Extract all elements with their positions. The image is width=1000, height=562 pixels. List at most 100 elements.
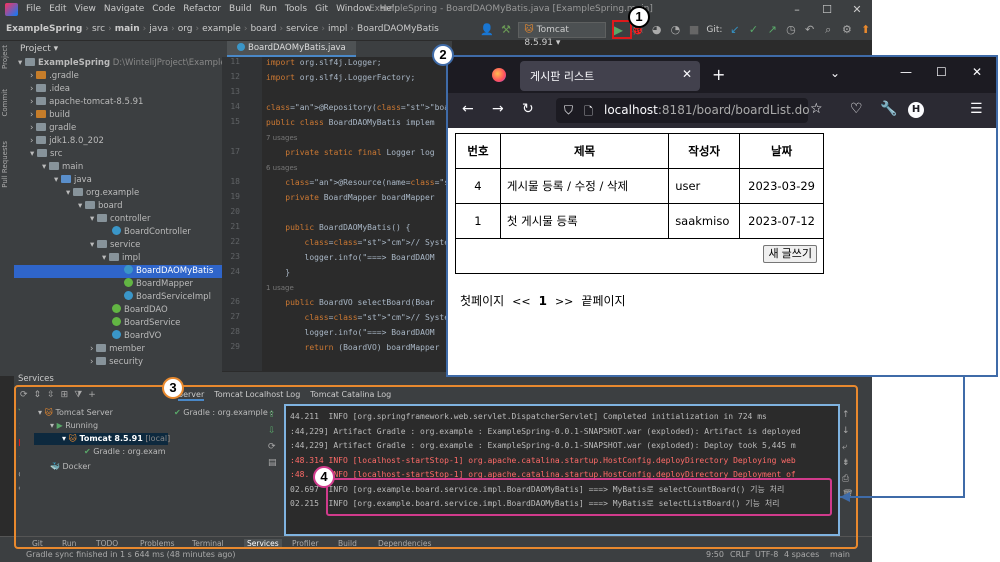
browser-tab-active[interactable]: 게시판 리스트 ✕ xyxy=(520,61,700,91)
tool-terminal[interactable]: Terminal xyxy=(192,539,224,548)
tool-commit[interactable]: Commit xyxy=(1,89,9,117)
tree-item[interactable]: BoardDAO xyxy=(112,304,222,317)
user-icon[interactable]: 👤 xyxy=(480,23,494,37)
menu-refactor[interactable]: Refactor xyxy=(183,4,221,14)
status-indent[interactable]: 4 spaces xyxy=(784,550,819,559)
tree-item[interactable]: ▾ service xyxy=(90,239,222,252)
history-icon[interactable]: ◷ xyxy=(785,23,798,37)
git-update-icon[interactable]: ↙ xyxy=(728,23,741,37)
scroll-down-icon[interactable]: ↓ xyxy=(842,426,853,436)
filter-icon[interactable]: ⧩ xyxy=(74,390,82,400)
tool-dependencies[interactable]: Dependencies xyxy=(378,539,431,548)
tree-item[interactable]: ▾ board xyxy=(78,200,222,213)
editor-tab[interactable]: BoardDAOMyBatis.java xyxy=(227,41,356,57)
last-page-link[interactable]: 끝페이지 xyxy=(581,292,625,309)
tree-item-selected[interactable]: BoardDAOMyBatis xyxy=(14,265,222,278)
stop-icon[interactable]: ■ xyxy=(688,23,701,37)
tree-item[interactable]: BoardVO xyxy=(112,330,222,343)
rollback-icon[interactable]: ↶ xyxy=(803,23,816,37)
breadcrumb-item[interactable]: java xyxy=(149,24,168,34)
pocket-icon[interactable]: ♡ xyxy=(850,101,863,117)
new-tab-icon[interactable]: + xyxy=(712,65,725,84)
tool-git[interactable]: Git xyxy=(32,539,43,548)
tree-item[interactable]: › gradle xyxy=(30,122,222,135)
firefox-view-icon[interactable] xyxy=(492,68,506,82)
tab-tomcat-catalina-log[interactable]: Tomcat Catalina Log xyxy=(310,390,391,401)
tree-item[interactable]: › apache-tomcat-8.5.91 xyxy=(30,96,222,109)
profile-icon[interactable]: ◔ xyxy=(669,23,682,37)
console-icon[interactable]: ▤ xyxy=(268,458,277,468)
maximize-icon[interactable]: ☐ xyxy=(812,0,842,19)
extensions-icon[interactable]: 🔧 xyxy=(880,101,897,117)
settings-icon[interactable]: ⚙ xyxy=(841,23,854,37)
tree-item[interactable]: BoardMapper xyxy=(124,278,222,291)
page-info-icon[interactable]: 🗋 xyxy=(584,103,593,122)
server-console[interactable]: 44.211 INFO [org.springframework.web.ser… xyxy=(286,406,838,536)
close-tab-icon[interactable]: ✕ xyxy=(682,67,692,81)
group-icon[interactable]: ⊞ xyxy=(61,390,69,400)
tree-item[interactable]: › member xyxy=(90,343,222,356)
url-bar[interactable]: ⛉ 🗋 localhost:8181/board/boardList.do xyxy=(556,98,810,123)
tool-run[interactable]: Run xyxy=(62,539,76,548)
tree-item[interactable]: › security xyxy=(90,356,222,369)
tree-item[interactable]: › .gradle xyxy=(30,70,222,83)
next-page-link[interactable]: >> xyxy=(555,295,573,308)
tree-item[interactable]: › .idea xyxy=(30,83,222,96)
minimize-icon[interactable]: – xyxy=(782,0,812,19)
breadcrumb-item[interactable]: org xyxy=(178,24,193,34)
back-icon[interactable]: ← xyxy=(462,101,474,117)
print-icon[interactable]: ⎙ xyxy=(842,474,853,484)
add-service-icon[interactable]: + xyxy=(88,390,96,400)
git-commit-icon[interactable]: ✓ xyxy=(747,23,760,37)
run-icon[interactable]: ▶ xyxy=(612,23,625,37)
reload-icon[interactable]: ↻ xyxy=(522,101,534,117)
menu-file[interactable]: File xyxy=(26,4,41,14)
maximize-icon[interactable]: ☐ xyxy=(936,65,947,79)
tree-item[interactable]: BoardController xyxy=(112,226,222,239)
status-encoding[interactable]: UTF-8 xyxy=(755,550,778,559)
scroll-end-icon[interactable]: ⇟ xyxy=(842,458,853,468)
breadcrumb-item[interactable]: impl xyxy=(328,24,347,34)
menu-edit[interactable]: Edit xyxy=(49,4,66,14)
coverage-icon[interactable]: ◕ xyxy=(650,23,663,37)
search-icon[interactable]: ⌕ xyxy=(822,23,835,37)
breadcrumb-item[interactable]: example xyxy=(202,24,241,34)
status-position[interactable]: 9:50 xyxy=(706,550,724,559)
service-item[interactable]: ▾ ▶ Running xyxy=(50,420,98,432)
tree-item[interactable]: ▾ src xyxy=(30,148,222,161)
bookmark-star-icon[interactable]: ☆ xyxy=(810,101,823,117)
service-item[interactable]: ✔ Gradle : org.exam xyxy=(84,446,166,458)
status-git-branch[interactable]: main xyxy=(830,550,850,559)
prev-page-link[interactable]: << xyxy=(512,295,530,308)
status-line-separator[interactable]: CRLF xyxy=(730,550,750,559)
breadcrumb-item[interactable]: service xyxy=(286,24,318,34)
menu-git[interactable]: Git xyxy=(315,4,328,14)
close-icon[interactable]: ✕ xyxy=(842,0,872,19)
breadcrumb-item[interactable]: main xyxy=(115,24,140,34)
soft-wrap-icon[interactable]: ⤶ xyxy=(842,442,853,452)
tool-project[interactable]: Project xyxy=(1,45,9,69)
menu-window[interactable]: Window xyxy=(336,4,372,14)
code-editor[interactable]: 11 import org.slf4j.Logger; 12 import org.s… xyxy=(230,57,540,371)
tree-item[interactable]: ▾ java xyxy=(54,174,222,187)
undeploy-icon[interactable]: ⇩ xyxy=(268,426,277,436)
update-icon[interactable]: ⬆ xyxy=(859,23,872,37)
service-item[interactable]: 🐳 Docker xyxy=(50,461,91,473)
close-window-icon[interactable]: ✕ xyxy=(972,65,982,79)
forward-icon[interactable]: → xyxy=(492,101,504,117)
service-item-selected[interactable]: ▾ 🐱 Tomcat 8.5.91 [local] xyxy=(34,433,170,445)
tree-item[interactable]: ▾ ExampleSpring D:\WinteliJProject\Examp… xyxy=(18,57,222,70)
tool-services[interactable]: Services xyxy=(244,539,282,548)
tree-item[interactable]: ▾ impl xyxy=(102,252,222,265)
tab-tomcat-localhost-log[interactable]: Tomcat Localhost Log xyxy=(214,390,300,401)
tool-pull-requests[interactable]: Pull Requests xyxy=(1,141,9,188)
redeploy-icon[interactable]: ⇧ xyxy=(268,410,277,420)
first-page-link[interactable]: 첫페이지 xyxy=(460,292,504,309)
tool-profiler[interactable]: Profiler xyxy=(292,539,318,548)
menu-build[interactable]: Build xyxy=(229,4,252,14)
hammer-icon[interactable]: ⚒ xyxy=(500,23,513,37)
refresh-icon[interactable]: ⟳ xyxy=(20,390,28,400)
breadcrumb-item[interactable]: board xyxy=(250,24,276,34)
menu-run[interactable]: Run xyxy=(260,4,277,14)
expand-icon[interactable]: ⇕ xyxy=(34,390,42,400)
